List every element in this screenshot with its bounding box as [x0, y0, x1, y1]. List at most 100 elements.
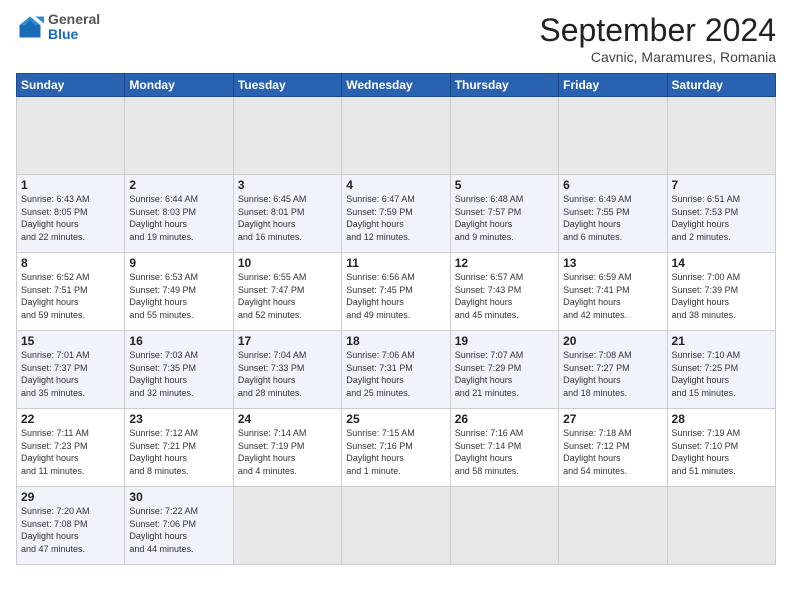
day-info: Sunrise: 7:12 AMSunset: 7:21 PMDaylight … [129, 427, 228, 477]
day-info: Sunrise: 6:51 AMSunset: 7:53 PMDaylight … [672, 193, 771, 243]
table-cell: 10Sunrise: 6:55 AMSunset: 7:47 PMDayligh… [233, 253, 341, 331]
day-info: Sunrise: 6:44 AMSunset: 8:03 PMDaylight … [129, 193, 228, 243]
table-cell: 18Sunrise: 7:06 AMSunset: 7:31 PMDayligh… [342, 331, 450, 409]
table-cell: 7Sunrise: 6:51 AMSunset: 7:53 PMDaylight… [667, 175, 775, 253]
day-info: Sunrise: 6:55 AMSunset: 7:47 PMDaylight … [238, 271, 337, 321]
table-cell: 24Sunrise: 7:14 AMSunset: 7:19 PMDayligh… [233, 409, 341, 487]
day-number: 10 [238, 256, 337, 270]
table-row: 29Sunrise: 7:20 AMSunset: 7:08 PMDayligh… [17, 487, 776, 565]
table-cell [342, 487, 450, 565]
title-block: September 2024 Cavnic, Maramures, Romani… [539, 12, 776, 65]
subtitle: Cavnic, Maramures, Romania [539, 49, 776, 65]
day-info: Sunrise: 6:57 AMSunset: 7:43 PMDaylight … [455, 271, 554, 321]
col-tue: Tuesday [233, 74, 341, 97]
table-cell [342, 97, 450, 175]
day-info: Sunrise: 7:14 AMSunset: 7:19 PMDaylight … [238, 427, 337, 477]
day-info: Sunrise: 6:43 AMSunset: 8:05 PMDaylight … [21, 193, 120, 243]
table-cell: 29Sunrise: 7:20 AMSunset: 7:08 PMDayligh… [17, 487, 125, 565]
day-number: 5 [455, 178, 554, 192]
calendar-table: Sunday Monday Tuesday Wednesday Thursday… [16, 73, 776, 565]
day-number: 24 [238, 412, 337, 426]
table-cell: 22Sunrise: 7:11 AMSunset: 7:23 PMDayligh… [17, 409, 125, 487]
day-info: Sunrise: 7:03 AMSunset: 7:35 PMDaylight … [129, 349, 228, 399]
day-info: Sunrise: 7:08 AMSunset: 7:27 PMDaylight … [563, 349, 662, 399]
day-info: Sunrise: 7:04 AMSunset: 7:33 PMDaylight … [238, 349, 337, 399]
table-cell: 21Sunrise: 7:10 AMSunset: 7:25 PMDayligh… [667, 331, 775, 409]
table-cell: 4Sunrise: 6:47 AMSunset: 7:59 PMDaylight… [342, 175, 450, 253]
day-number: 21 [672, 334, 771, 348]
page: General Blue September 2024 Cavnic, Mara… [0, 0, 792, 612]
day-info: Sunrise: 7:18 AMSunset: 7:12 PMDaylight … [563, 427, 662, 477]
table-cell: 6Sunrise: 6:49 AMSunset: 7:55 PMDaylight… [559, 175, 667, 253]
day-info: Sunrise: 7:06 AMSunset: 7:31 PMDaylight … [346, 349, 445, 399]
table-cell: 17Sunrise: 7:04 AMSunset: 7:33 PMDayligh… [233, 331, 341, 409]
table-cell [559, 487, 667, 565]
table-cell: 19Sunrise: 7:07 AMSunset: 7:29 PMDayligh… [450, 331, 558, 409]
col-fri: Friday [559, 74, 667, 97]
table-row [17, 97, 776, 175]
day-info: Sunrise: 7:20 AMSunset: 7:08 PMDaylight … [21, 505, 120, 555]
table-cell: 8Sunrise: 6:52 AMSunset: 7:51 PMDaylight… [17, 253, 125, 331]
day-number: 7 [672, 178, 771, 192]
table-row: 1Sunrise: 6:43 AMSunset: 8:05 PMDaylight… [17, 175, 776, 253]
day-info: Sunrise: 6:56 AMSunset: 7:45 PMDaylight … [346, 271, 445, 321]
day-number: 25 [346, 412, 445, 426]
day-number: 26 [455, 412, 554, 426]
table-cell [233, 97, 341, 175]
day-info: Sunrise: 6:59 AMSunset: 7:41 PMDaylight … [563, 271, 662, 321]
day-info: Sunrise: 7:22 AMSunset: 7:06 PMDaylight … [129, 505, 228, 555]
logo-general: General [48, 11, 100, 27]
month-title: September 2024 [539, 12, 776, 49]
col-sun: Sunday [17, 74, 125, 97]
day-number: 30 [129, 490, 228, 504]
logo-icon [16, 13, 44, 41]
day-number: 18 [346, 334, 445, 348]
day-number: 12 [455, 256, 554, 270]
day-number: 27 [563, 412, 662, 426]
table-cell: 5Sunrise: 6:48 AMSunset: 7:57 PMDaylight… [450, 175, 558, 253]
table-row: 8Sunrise: 6:52 AMSunset: 7:51 PMDaylight… [17, 253, 776, 331]
day-number: 14 [672, 256, 771, 270]
table-cell [559, 97, 667, 175]
table-cell [17, 97, 125, 175]
table-cell: 11Sunrise: 6:56 AMSunset: 7:45 PMDayligh… [342, 253, 450, 331]
table-cell: 20Sunrise: 7:08 AMSunset: 7:27 PMDayligh… [559, 331, 667, 409]
table-cell: 15Sunrise: 7:01 AMSunset: 7:37 PMDayligh… [17, 331, 125, 409]
day-number: 11 [346, 256, 445, 270]
logo-text: General Blue [48, 12, 100, 43]
day-number: 1 [21, 178, 120, 192]
col-thu: Thursday [450, 74, 558, 97]
day-number: 13 [563, 256, 662, 270]
day-info: Sunrise: 7:00 AMSunset: 7:39 PMDaylight … [672, 271, 771, 321]
table-cell: 28Sunrise: 7:19 AMSunset: 7:10 PMDayligh… [667, 409, 775, 487]
day-number: 29 [21, 490, 120, 504]
table-cell: 13Sunrise: 6:59 AMSunset: 7:41 PMDayligh… [559, 253, 667, 331]
day-number: 17 [238, 334, 337, 348]
table-cell [667, 97, 775, 175]
table-cell [233, 487, 341, 565]
day-info: Sunrise: 7:01 AMSunset: 7:37 PMDaylight … [21, 349, 120, 399]
day-info: Sunrise: 7:19 AMSunset: 7:10 PMDaylight … [672, 427, 771, 477]
col-mon: Monday [125, 74, 233, 97]
day-info: Sunrise: 6:52 AMSunset: 7:51 PMDaylight … [21, 271, 120, 321]
logo: General Blue [16, 12, 100, 43]
table-cell: 12Sunrise: 6:57 AMSunset: 7:43 PMDayligh… [450, 253, 558, 331]
col-sat: Saturday [667, 74, 775, 97]
day-info: Sunrise: 6:48 AMSunset: 7:57 PMDaylight … [455, 193, 554, 243]
day-info: Sunrise: 7:11 AMSunset: 7:23 PMDaylight … [21, 427, 120, 477]
table-row: 15Sunrise: 7:01 AMSunset: 7:37 PMDayligh… [17, 331, 776, 409]
day-number: 22 [21, 412, 120, 426]
day-number: 23 [129, 412, 228, 426]
day-number: 2 [129, 178, 228, 192]
header: General Blue September 2024 Cavnic, Mara… [16, 12, 776, 65]
table-cell: 26Sunrise: 7:16 AMSunset: 7:14 PMDayligh… [450, 409, 558, 487]
table-cell: 14Sunrise: 7:00 AMSunset: 7:39 PMDayligh… [667, 253, 775, 331]
day-info: Sunrise: 6:45 AMSunset: 8:01 PMDaylight … [238, 193, 337, 243]
day-info: Sunrise: 7:16 AMSunset: 7:14 PMDaylight … [455, 427, 554, 477]
day-info: Sunrise: 7:15 AMSunset: 7:16 PMDaylight … [346, 427, 445, 477]
table-cell: 3Sunrise: 6:45 AMSunset: 8:01 PMDaylight… [233, 175, 341, 253]
logo-blue: Blue [48, 26, 78, 42]
col-wed: Wednesday [342, 74, 450, 97]
day-info: Sunrise: 6:47 AMSunset: 7:59 PMDaylight … [346, 193, 445, 243]
day-number: 9 [129, 256, 228, 270]
